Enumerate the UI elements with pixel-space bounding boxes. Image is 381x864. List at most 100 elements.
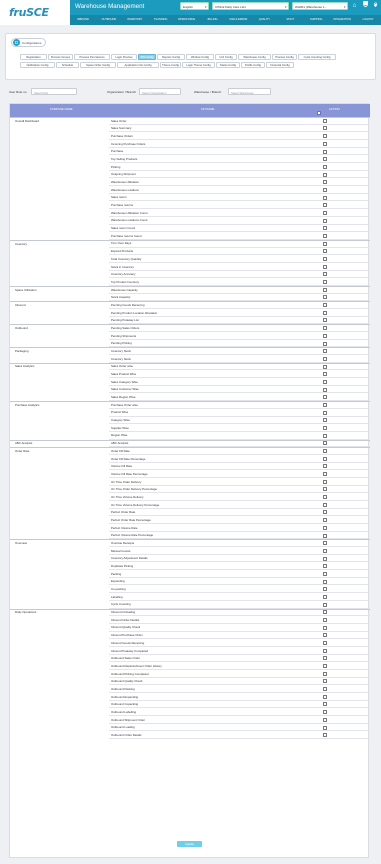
- kpi-checkbox[interactable]: [323, 203, 327, 208]
- kpi-checkbox[interactable]: [323, 303, 327, 308]
- kpi-checkbox[interactable]: [323, 241, 327, 246]
- kpi-checkbox[interactable]: [323, 164, 327, 169]
- kpi-checkbox[interactable]: [323, 418, 327, 423]
- tab-unit-config[interactable]: Unit Config: [215, 54, 237, 60]
- nav-outbound[interactable]: OUTBOUND: [96, 15, 122, 25]
- kpi-checkbox[interactable]: [323, 579, 327, 584]
- kpi-checkbox[interactable]: [323, 602, 327, 607]
- kpi-checkbox[interactable]: [323, 264, 327, 269]
- kpi-checkbox[interactable]: [323, 541, 327, 546]
- nav-planning[interactable]: PLANNING: [148, 15, 174, 25]
- brand-logo[interactable]: fruSCE: [9, 6, 49, 19]
- kpi-checkbox[interactable]: [323, 587, 327, 592]
- kpi-checkbox[interactable]: [323, 625, 327, 630]
- kpi-checkbox[interactable]: [323, 733, 327, 738]
- kpi-checkbox[interactable]: [323, 141, 327, 146]
- kpi-checkbox[interactable]: [323, 280, 327, 285]
- kpi-checkbox[interactable]: [323, 472, 327, 477]
- tab-schedule[interactable]: Schedule: [56, 61, 79, 68]
- kpi-checkbox[interactable]: [323, 664, 327, 669]
- kpi-checkbox[interactable]: [323, 687, 327, 692]
- nav-root[interactable]: ROOT: [277, 15, 303, 25]
- kpi-checkbox[interactable]: [323, 172, 327, 177]
- kpi-checkbox[interactable]: [323, 571, 327, 576]
- kpi-checkbox[interactable]: [323, 287, 327, 292]
- kpi-checkbox[interactable]: [323, 195, 327, 200]
- nav-shipping[interactable]: SHIPPING: [303, 15, 329, 25]
- kpi-checkbox[interactable]: [323, 556, 327, 561]
- tab-process-groups[interactable]: Process Groups: [48, 54, 73, 60]
- tab-process-permissions[interactable]: Process Permissions: [74, 54, 110, 60]
- kpi-checkbox[interactable]: [323, 702, 327, 707]
- tab-kpi-config[interactable]: KPI Config: [138, 54, 156, 60]
- kpi-checkbox[interactable]: [323, 349, 327, 354]
- update-button[interactable]: Update: [177, 841, 202, 847]
- kpi-checkbox[interactable]: [323, 372, 327, 377]
- kpi-checkbox[interactable]: [323, 464, 327, 469]
- tab-process-config[interactable]: Process Config: [272, 54, 297, 60]
- kpi-checkbox[interactable]: [323, 233, 327, 238]
- settings-icon[interactable]: ⚙: [361, 2, 370, 10]
- kpi-checkbox[interactable]: [323, 333, 327, 338]
- kpi-checkbox[interactable]: [323, 249, 327, 254]
- kpi-checkbox[interactable]: [323, 149, 327, 154]
- kpi-checkbox[interactable]: [323, 295, 327, 300]
- kpi-checkbox[interactable]: [323, 710, 327, 715]
- kpi-checkbox[interactable]: [323, 679, 327, 684]
- nav-inventory[interactable]: INVENTORY: [122, 15, 148, 25]
- kpi-checkbox[interactable]: [323, 518, 327, 523]
- kpi-checkbox[interactable]: [323, 495, 327, 500]
- kpi-checkbox[interactable]: [323, 226, 327, 231]
- kpi-checkbox[interactable]: [323, 525, 327, 530]
- kpi-checkbox[interactable]: [323, 410, 327, 415]
- nav-workforce[interactable]: WORKFORCE: [174, 15, 200, 25]
- kpi-checkbox[interactable]: [323, 341, 327, 346]
- user-icon[interactable]: ●: [371, 2, 380, 10]
- kpi-checkbox[interactable]: [323, 425, 327, 430]
- nav-quality[interactable]: QUALITY: [251, 15, 277, 25]
- kpi-checkbox[interactable]: [323, 402, 327, 407]
- tab-registration[interactable]: Registration: [20, 54, 47, 60]
- kpi-checkbox[interactable]: [323, 610, 327, 615]
- kpi-checkbox[interactable]: [323, 364, 327, 369]
- tab-profile-config[interactable]: Profile Config: [241, 61, 265, 68]
- nav-inbound[interactable]: INBOUND: [70, 15, 96, 25]
- tab-login-theme-config[interactable]: Login Theme Config: [182, 61, 215, 68]
- kpi-checkbox[interactable]: [323, 648, 327, 653]
- kpi-checkbox[interactable]: [323, 694, 327, 699]
- warehouse-select[interactable]: WH001 (Warehouse 1... ▾: [292, 2, 348, 10]
- kpi-checkbox[interactable]: [323, 118, 327, 123]
- nav-integration[interactable]: INTEGRATION: [329, 15, 355, 25]
- kpi-checkbox[interactable]: [323, 356, 327, 361]
- kpi-checkbox[interactable]: [323, 180, 327, 185]
- kpi-checkbox[interactable]: [323, 387, 327, 392]
- kpi-checkbox[interactable]: [323, 379, 327, 384]
- kpi-checkbox[interactable]: [323, 548, 327, 553]
- tab-theme-config[interactable]: Theme Config: [160, 61, 181, 68]
- tab-application-info-config[interactable]: Application Info Config: [117, 61, 159, 68]
- nav-logout[interactable]: LOGOUT: [355, 15, 381, 25]
- organization-input[interactable]: Select Organization: [139, 88, 181, 95]
- kpi-checkbox[interactable]: [323, 187, 327, 192]
- home-icon[interactable]: ⌂: [350, 2, 359, 10]
- select-all-checkbox[interactable]: [317, 111, 321, 116]
- kpi-checkbox[interactable]: [323, 257, 327, 262]
- tab-window-config[interactable]: Window Config: [186, 54, 214, 60]
- client-select[interactable]: CI5112 Daily Care Ltd-I ▾: [212, 2, 289, 10]
- kpi-checkbox[interactable]: [323, 594, 327, 599]
- kpi-checkbox[interactable]: [323, 502, 327, 507]
- kpi-checkbox[interactable]: [323, 126, 327, 131]
- kpi-checkbox[interactable]: [323, 272, 327, 277]
- tab-notification-config[interactable]: Notification Config: [20, 61, 55, 68]
- kpi-checkbox[interactable]: [323, 633, 327, 638]
- kpi-checkbox[interactable]: [323, 310, 327, 315]
- kpi-checkbox[interactable]: [323, 326, 327, 331]
- kpi-checkbox[interactable]: [323, 487, 327, 492]
- kpi-checkbox[interactable]: [323, 641, 327, 646]
- kpi-checkbox[interactable]: [323, 533, 327, 538]
- language-select[interactable]: English ▾: [180, 2, 209, 10]
- user-role-input[interactable]: Select Role: [31, 88, 77, 95]
- kpi-checkbox[interactable]: [323, 449, 327, 454]
- kpi-checkbox[interactable]: [323, 456, 327, 461]
- kpi-checkbox[interactable]: [323, 210, 327, 215]
